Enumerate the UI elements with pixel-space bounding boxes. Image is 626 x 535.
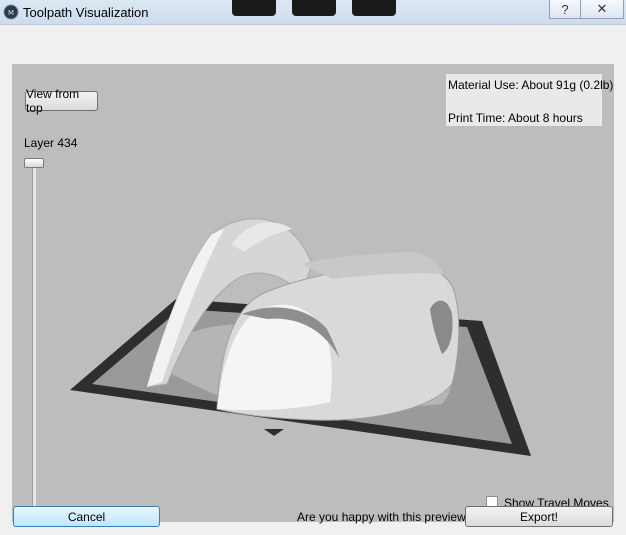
toolpath-3d-viewport[interactable]: View from top Material Use: About 91g (0… (12, 64, 614, 522)
window-thumb-1 (232, 0, 276, 16)
app-logo-icon: M (3, 4, 19, 20)
cancel-button[interactable]: Cancel (13, 506, 160, 527)
window-thumb-3 (352, 0, 396, 16)
close-icon: ✕ (596, 1, 608, 16)
cancel-label: Cancel (67, 509, 106, 524)
print-stats-panel: Material Use: About 91g (0.2lb) Print Ti… (446, 74, 613, 126)
export-label: Export! (519, 509, 558, 524)
layer-slider-thumb[interactable] (24, 158, 44, 168)
help-button[interactable]: ? (549, 0, 581, 19)
window-thumb-2 (292, 0, 336, 16)
layer-label: Layer 434 (24, 136, 78, 150)
confirm-question: Are you happy with this preview? (297, 510, 473, 524)
export-button[interactable]: Export! (465, 506, 613, 527)
window-title: Toolpath Visualization (23, 5, 149, 20)
help-icon: ? (561, 1, 569, 17)
layer-slider-track[interactable] (32, 162, 36, 512)
toolpath-model-render (70, 218, 531, 456)
view-from-top-button[interactable]: View from top (25, 87, 98, 115)
dialog-body: View from top Material Use: About 91g (0… (0, 25, 626, 535)
print-time-text: Print Time: About 8 hours (448, 111, 583, 125)
svg-text:M: M (8, 9, 14, 17)
view-from-top-label: View from top (26, 87, 80, 115)
close-button[interactable]: ✕ (580, 0, 624, 19)
title-bar: M Toolpath Visualization ? ✕ (0, 0, 626, 25)
material-use-text: Material Use: About 91g (0.2lb) (448, 78, 614, 92)
